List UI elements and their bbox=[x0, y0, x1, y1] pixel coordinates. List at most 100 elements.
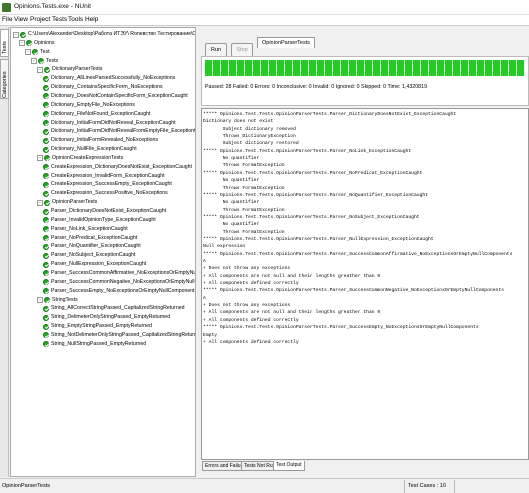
menu-project[interactable]: Project bbox=[30, 16, 50, 23]
output-line: ***** Opinions.Test.Tests.OpinionParserT… bbox=[203, 192, 429, 198]
passed-check-icon bbox=[43, 164, 49, 171]
tree-test-case[interactable]: Dictionary_NullFile_ExceptionCaught bbox=[43, 145, 137, 154]
tree-test-case[interactable]: Parser_NoPredicat_ExceptionCaught bbox=[43, 234, 137, 243]
tree-test-case[interactable]: Parser_NoSubject_ExceptionCaught bbox=[43, 251, 136, 260]
tree-test-case[interactable]: String_NotDelimeterOnlyStringPassed_Capi… bbox=[43, 331, 195, 340]
run-button[interactable]: Run bbox=[205, 43, 227, 57]
tree-test-case[interactable]: String_DelimeterOnlyStringPassed_EmptyRe… bbox=[43, 313, 170, 322]
tree-node-label: Test bbox=[40, 48, 50, 55]
tree-test-case[interactable]: Parser_DictionaryDoesNotExist_ExceptionC… bbox=[43, 207, 166, 216]
passed-check-icon bbox=[43, 305, 49, 312]
menu-help[interactable]: Help bbox=[85, 16, 98, 23]
window-title: Opinions.Tests.exe - NUnit bbox=[14, 3, 91, 10]
tree-node[interactable]: - Tests bbox=[31, 57, 58, 66]
passed-check-icon bbox=[44, 66, 50, 73]
tree-node-label: OpinionCreateExpressionTests bbox=[52, 154, 124, 161]
tree-node[interactable]: - DictionaryParserTests bbox=[37, 65, 102, 74]
tree-test-case[interactable]: Dictionary_InitialFormDidNotRevealFromEm… bbox=[43, 127, 196, 136]
tree-test-case[interactable]: CreateExpression_InvalidForm_ExceptionCa… bbox=[43, 172, 165, 181]
result-summary: Passed: 28 Failed: 0 Errors: 0 Inconclus… bbox=[205, 84, 428, 90]
tree-test-case[interactable]: CreateExpression_DictionaryDoesNotExist_… bbox=[43, 163, 192, 172]
tree-test-case[interactable]: Dictionary_AllLinesParsedSuccessfully_No… bbox=[43, 74, 175, 83]
status-test-cases: Test Cases : 10 bbox=[408, 483, 446, 489]
passed-check-icon bbox=[43, 217, 49, 224]
tree-test-case[interactable]: Dictionary_DoesNotContainSpecificForm_Ex… bbox=[43, 92, 188, 101]
collapse-toggle-icon[interactable]: - bbox=[37, 66, 43, 73]
tree-node[interactable]: - StringTests bbox=[37, 296, 78, 305]
tree-node-label: CreateExpression_DictionaryDoesNotExist_… bbox=[51, 163, 192, 170]
output-line: No quantifier bbox=[203, 156, 260, 162]
stop-button[interactable]: Stop bbox=[231, 43, 253, 57]
tree-node-label: Dictionary_DoesNotContainSpecificForm_Ex… bbox=[51, 92, 188, 99]
tree-test-case[interactable]: Dictionary_ContainsSpecificForm_NoExcept… bbox=[43, 83, 163, 92]
collapse-toggle-icon[interactable]: - bbox=[37, 155, 43, 162]
tree-test-case[interactable]: Parser_SuccessCommonAffirmative_NoExcept… bbox=[43, 269, 195, 278]
collapse-toggle-icon[interactable]: - bbox=[37, 297, 43, 303]
tree-test-case[interactable]: String_AllCorrectStringPassed_Capitalize… bbox=[43, 304, 185, 313]
tree-test-case[interactable]: CreateExpression_SuccessEmpty_ExceptionC… bbox=[43, 180, 172, 189]
nunit-app-icon bbox=[2, 3, 11, 12]
passed-check-icon bbox=[43, 120, 49, 126]
output-line: + All components are not null and their … bbox=[203, 310, 381, 316]
tree-test-case[interactable]: Dictionary_EmptyFile_NoExceptions bbox=[43, 101, 135, 110]
output-line: Throws FormatException bbox=[203, 207, 285, 213]
tree-test-case[interactable]: String_NullStringPassed_EmptyReturned bbox=[43, 340, 146, 349]
test-output[interactable]: ***** Opinions.Test.Tests.OpinionParserT… bbox=[201, 108, 529, 460]
tree-test-case[interactable]: String_EmptyStringPassed_EmptyReturned bbox=[43, 322, 152, 331]
tree-test-case[interactable]: Parser_NoLink_ExceptionCaught bbox=[43, 225, 128, 234]
passed-check-icon bbox=[44, 155, 50, 162]
collapse-toggle-icon[interactable]: - bbox=[37, 199, 43, 206]
output-line: + All components defined correctly bbox=[203, 281, 299, 287]
output-line: + Does not throw any exceptions bbox=[203, 303, 291, 309]
test-tree[interactable]: - C:\Users\Alexander\Desktop\Работа ИТЭУ\… bbox=[10, 27, 196, 477]
tree-test-case[interactable]: Dictionary_InitialFormDidNotReveal_Excep… bbox=[43, 119, 176, 128]
collapse-toggle-icon[interactable]: - bbox=[19, 40, 25, 47]
passed-check-icon bbox=[43, 84, 49, 91]
menu-view[interactable]: View bbox=[14, 16, 28, 23]
tree-test-case[interactable]: Parser_SuccessCommonNegative_NoException… bbox=[43, 278, 195, 287]
passed-check-icon bbox=[43, 146, 49, 153]
status-bar: OpinionParserTests Test Cases : 10 bbox=[0, 478, 529, 493]
tree-test-case[interactable]: CreateExpression_SuccessPositive_NoExcep… bbox=[43, 189, 168, 198]
tree-node[interactable]: - Test bbox=[25, 48, 50, 57]
tree-node[interactable]: - C:\Users\Alexander\Desktop\Работа ИТЭУ\… bbox=[13, 30, 195, 39]
collapse-toggle-icon[interactable]: - bbox=[13, 31, 19, 38]
passed-check-icon bbox=[20, 31, 26, 38]
tree-test-case[interactable]: Parser_InvalidOpinionType_ExceptionCaugh… bbox=[43, 216, 156, 225]
output-line: Throws FormatException bbox=[203, 185, 285, 191]
output-line: A bbox=[203, 295, 206, 301]
tree-test-case[interactable]: Dictionary_InitialFormRevealed_NoExcepti… bbox=[43, 136, 158, 145]
tree-node-label: Dictionary_InitialFormDidNotReveal_Excep… bbox=[51, 119, 176, 126]
tree-test-case[interactable]: Parser_NoQuantifier_ExceptionCaught bbox=[43, 242, 141, 251]
passed-check-icon bbox=[43, 226, 49, 233]
passed-check-icon bbox=[43, 111, 49, 118]
output-line: ***** Opinions.Test.Tests.OpinionParserT… bbox=[203, 112, 457, 117]
passed-check-icon bbox=[43, 181, 49, 188]
menu-tests[interactable]: Tests bbox=[52, 16, 67, 23]
output-line: + Does not throw any exceptions bbox=[203, 266, 291, 272]
collapse-toggle-icon[interactable]: - bbox=[25, 49, 31, 56]
side-tab-tests[interactable]: Tests bbox=[0, 29, 9, 57]
side-tab-strip: Tests Categories bbox=[0, 27, 9, 477]
result-tabs: Errors and Failures Tests Not Run Test O… bbox=[201, 461, 529, 471]
tree-test-case[interactable]: Dictionary_FileNotFound_ExceptionCaught bbox=[43, 110, 150, 119]
results-panel: Run Stop OpinionParserTests Passed: 28 F… bbox=[201, 27, 529, 477]
tree-test-case[interactable]: Parser_NullExpression_ExceptionCaught bbox=[43, 260, 146, 269]
run-toolbar: Run Stop bbox=[201, 36, 529, 57]
passed-check-icon bbox=[32, 49, 38, 56]
tree-node-label: Dictionary_EmptyFile_NoExceptions bbox=[51, 101, 135, 108]
tree-node-label: Dictionary_InitialFormDidNotRevealFromEm… bbox=[51, 128, 196, 135]
menu-tools[interactable]: Tools bbox=[68, 16, 83, 23]
menu-file[interactable]: File bbox=[2, 16, 12, 23]
tree-node[interactable]: - OpinionCreateExpressionTests bbox=[37, 154, 123, 163]
tree-node[interactable]: - Opinions bbox=[19, 39, 54, 48]
passed-check-icon bbox=[43, 208, 49, 215]
side-tab-categories[interactable]: Categories bbox=[0, 59, 9, 99]
tree-test-case[interactable]: Parser_SuccessEmpty_NoExceptionsOrEmptyN… bbox=[43, 287, 195, 296]
collapse-toggle-icon[interactable]: - bbox=[31, 58, 37, 65]
tree-node-label: String_AllCorrectStringPassed_Capitalize… bbox=[51, 305, 185, 312]
tab-test-output[interactable]: Test Output bbox=[273, 461, 305, 471]
output-line: Throws FormatException bbox=[203, 229, 285, 235]
tree-node[interactable]: - OpinionParserTests bbox=[37, 198, 97, 207]
output-line: No quantifier bbox=[203, 178, 260, 184]
